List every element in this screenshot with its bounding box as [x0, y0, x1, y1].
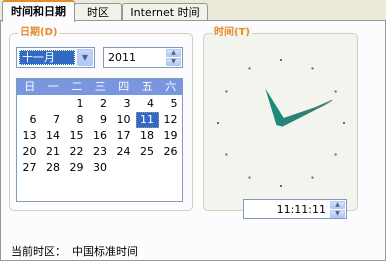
clock-hour-mark	[334, 90, 337, 93]
timezone-label: 当前时区：	[11, 245, 66, 258]
calendar-empty-cell	[18, 176, 42, 192]
calendar-day[interactable]: 15	[65, 128, 89, 144]
tab-time-zone[interactable]: 时区	[74, 3, 122, 21]
time-group-legend: 时间(T)	[212, 27, 252, 39]
calendar-day[interactable]: 9	[89, 112, 113, 128]
clock-hour-mark	[343, 122, 345, 124]
clock-second-hand	[280, 99, 333, 124]
weekday-label: 四	[118, 80, 130, 93]
calendar-day[interactable]: 24	[112, 144, 136, 160]
calendar-day[interactable]: 14	[42, 128, 66, 144]
clock-hour-mark	[217, 122, 219, 124]
year-spinner[interactable]: 2011 ▲ ▼	[103, 47, 183, 68]
clock-hour-mark	[311, 176, 314, 179]
calendar-day[interactable]: 12	[159, 112, 183, 128]
weekday-label: 六	[165, 80, 177, 93]
clock-hour-mark	[225, 90, 228, 93]
calendar-empty-cell	[112, 176, 136, 192]
month-dropdown[interactable]: 十一月 ▼	[16, 47, 95, 68]
calendar-day[interactable]: 7	[42, 112, 66, 128]
calendar-day-grid: 1 2 3 4 5 6 7 8 9 10 11 12 13 14 15 16 17 18 19 20 21 22 23 24 2…	[17, 95, 182, 192]
calendar-day[interactable]: 28	[42, 160, 66, 176]
tab-strip: 时间和日期 时区 Internet 时间	[0, 0, 386, 22]
calendar-empty-cell	[89, 176, 113, 192]
calendar-empty-cell	[136, 160, 160, 176]
time-spinner[interactable]: 11:11:11 ▲ ▼	[243, 199, 347, 219]
calendar-empty-cell	[136, 176, 160, 192]
tab-internet-time[interactable]: Internet 时间	[122, 3, 208, 21]
calendar-day[interactable]: 17	[112, 128, 136, 144]
calendar-weekday-header: 日一二三四五六	[17, 79, 182, 95]
weekday-label: 五	[141, 80, 153, 93]
tab-time-and-date[interactable]: 时间和日期	[2, 0, 75, 22]
calendar-day[interactable]: 22	[65, 144, 89, 160]
clock-hour-mark	[280, 185, 282, 187]
calendar-empty-cell	[112, 160, 136, 176]
calendar-day[interactable]: 29	[65, 160, 89, 176]
clock-hour-mark	[248, 67, 251, 70]
calendar-day[interactable]: 18	[136, 128, 160, 144]
calendar-day[interactable]: 3	[112, 96, 136, 112]
tab-panel: 日期(D) 十一月 ▼ 2011 ▲ ▼ 日一二三四五六 1 2 3 4 5 6 7 8 9 10…	[0, 20, 386, 261]
current-timezone: 当前时区： 中国标准时间	[11, 243, 144, 259]
weekday-label: 一	[47, 80, 59, 93]
calendar-day[interactable]: 26	[159, 144, 183, 160]
calendar-empty-cell	[18, 96, 42, 112]
weekday-label: 日	[24, 80, 36, 93]
time-value: 11:11:11	[276, 203, 326, 216]
arrow-down-icon[interactable]: ▼	[166, 58, 181, 66]
weekday-label: 二	[71, 80, 83, 93]
arrow-up-icon[interactable]: ▲	[166, 49, 181, 57]
calendar-day[interactable]: 21	[42, 144, 66, 160]
calendar-day[interactable]: 1	[65, 96, 89, 112]
calendar-day[interactable]: 16	[89, 128, 113, 144]
analog-clock	[217, 59, 345, 187]
calendar-day[interactable]: 20	[18, 144, 42, 160]
calendar-day[interactable]: 13	[18, 128, 42, 144]
year-value: 2011	[108, 51, 136, 64]
calendar-empty-cell	[42, 96, 66, 112]
clock-hour-mark	[311, 67, 314, 70]
calendar-day[interactable]: 6	[18, 112, 42, 128]
calendar-day[interactable]: 30	[89, 160, 113, 176]
date-group-legend: 日期(D)	[18, 27, 60, 39]
clock-hour-mark	[225, 153, 228, 156]
year-spin-buttons: ▲ ▼	[166, 49, 181, 66]
calendar-day[interactable]: 25	[136, 144, 160, 160]
calendar-day[interactable]: 19	[159, 128, 183, 144]
calendar-empty-cell	[65, 176, 89, 192]
calendar-empty-cell	[159, 160, 183, 176]
calendar-day[interactable]: 4	[136, 96, 160, 112]
calendar: 日一二三四五六 1 2 3 4 5 6 7 8 9 10 11 12 13 14 15 16 17 18 19 20 2…	[16, 78, 183, 202]
arrow-down-icon[interactable]: ▼	[330, 210, 345, 218]
time-spin-buttons: ▲ ▼	[330, 201, 345, 218]
calendar-day[interactable]: 23	[89, 144, 113, 160]
calendar-empty-cell	[159, 176, 183, 192]
calendar-day[interactable]: 10	[112, 112, 136, 128]
chevron-down-icon[interactable]: ▼	[77, 49, 93, 66]
arrow-up-icon[interactable]: ▲	[330, 201, 345, 209]
calendar-day[interactable]: 8	[65, 112, 89, 128]
month-value: 十一月	[19, 50, 75, 65]
calendar-day[interactable]: 2	[89, 96, 113, 112]
clock-hour-mark	[280, 59, 282, 61]
calendar-day[interactable]: 11	[135, 112, 159, 128]
clock-hour-mark	[248, 176, 251, 179]
clock-hour-mark	[334, 153, 337, 156]
calendar-empty-cell	[42, 176, 66, 192]
calendar-day[interactable]: 5	[159, 96, 183, 112]
clock-minute-hand	[277, 101, 332, 127]
weekday-label: 三	[94, 80, 106, 93]
timezone-value: 中国标准时间	[72, 245, 138, 258]
calendar-day[interactable]: 27	[18, 160, 42, 176]
